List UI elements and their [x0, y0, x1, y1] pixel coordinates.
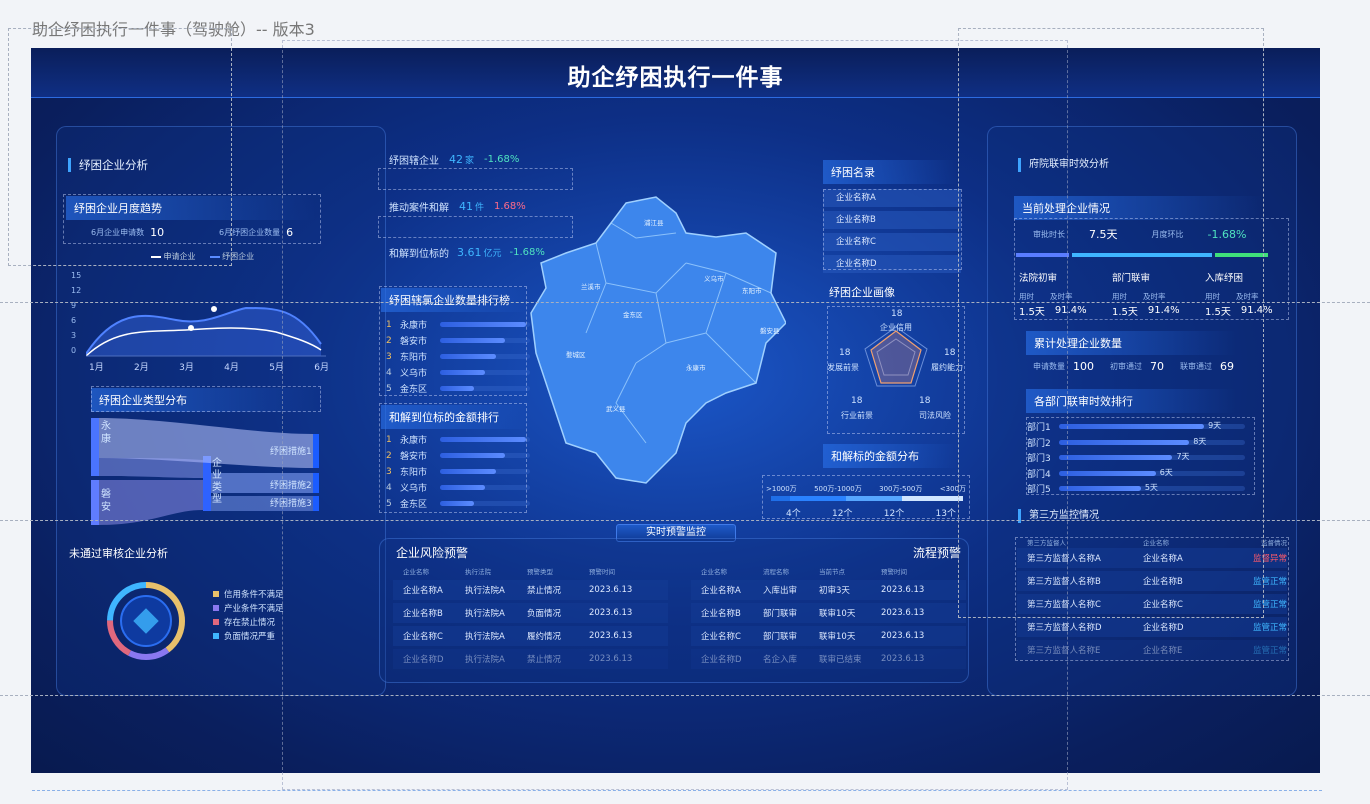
relief-point — [211, 306, 217, 312]
sankey-label-panan: 磐安 — [101, 489, 111, 513]
sankey-node-panan — [91, 480, 99, 525]
fail-analysis-title: 未通过审核企业分析 — [69, 547, 168, 560]
sankey-label-yongkang: 永康 — [101, 421, 111, 445]
sankey-label-type: 企业类型 — [212, 458, 222, 505]
sankey-node-yongkang — [91, 418, 99, 476]
sankey-node-type — [203, 456, 211, 511]
apply-point — [188, 325, 194, 331]
fail-donut-chart — [107, 582, 185, 660]
fail-legend: 信用条件不满足 产业条件不满足 存在禁止情况 负面情况严重 — [213, 588, 284, 644]
